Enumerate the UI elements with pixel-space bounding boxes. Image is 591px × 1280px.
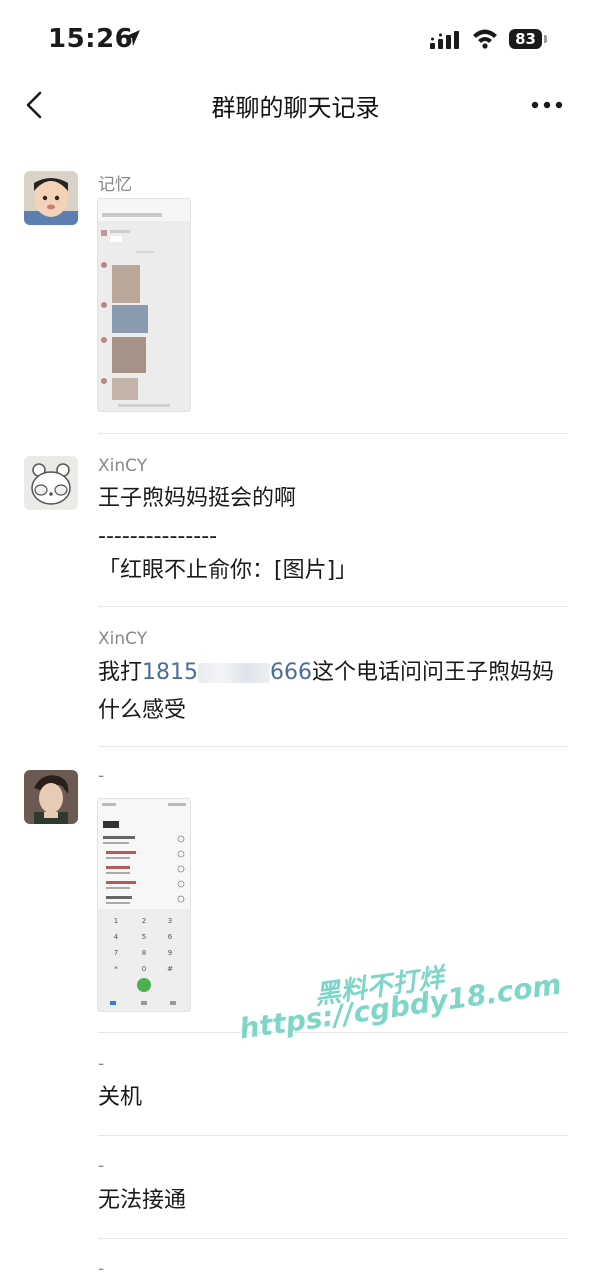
quote-separator: --------------- (98, 524, 218, 549)
phone-end: 666 (270, 660, 313, 685)
message-divider (98, 1135, 568, 1136)
screenshot-thumbnail[interactable] (97, 198, 191, 412)
chat-screenshot-image (98, 199, 190, 411)
status-bar: 15:26 83 (0, 0, 591, 78)
nav-bar: 群聊的聊天记录 (0, 78, 591, 130)
screenshot-thumbnail[interactable]: 1 2 3 4 5 6 7 8 9 * 0 # (97, 798, 191, 1012)
avatar[interactable] (24, 171, 78, 225)
sender-name: - (98, 766, 105, 786)
bear-avatar-image (24, 456, 78, 510)
sender-name: XinCY (98, 456, 148, 476)
avatar[interactable] (24, 456, 78, 510)
message-divider (98, 746, 568, 747)
message-text: 无法接通 (98, 1188, 187, 1213)
message-prefix: 我打 (98, 660, 143, 685)
location-arrow-icon (124, 30, 140, 46)
redacted-digits (198, 663, 271, 683)
more-options-icon[interactable] (530, 100, 564, 110)
svg-text:1: 1 (114, 917, 118, 925)
phone-number-link[interactable]: 1815 666 (142, 660, 312, 685)
message-text: 关机 (98, 1085, 143, 1110)
wifi-icon (473, 29, 497, 49)
svg-text:#: # (167, 965, 173, 973)
svg-text:6: 6 (168, 933, 173, 941)
message-divider (98, 1238, 568, 1239)
sender-name: - (98, 1054, 105, 1074)
quoted-reply: 「红眼不止俞你：[图片]」 (98, 558, 358, 583)
svg-text:3: 3 (168, 917, 172, 925)
message-text: 王子煦妈妈挺会的啊 (98, 486, 297, 511)
message-text: 我打1815 666这个电话问问王子煦妈妈什么感受 (98, 654, 558, 730)
sender-name: XinCY (98, 629, 148, 649)
battery-level: 83 (515, 30, 536, 48)
battery-icon: 83 (509, 29, 542, 49)
battery-cap (544, 35, 547, 43)
sender-name: - (98, 1156, 105, 1176)
child-avatar-image (24, 171, 78, 225)
svg-text:8: 8 (142, 949, 146, 957)
message-divider (98, 433, 568, 434)
svg-text:4: 4 (114, 933, 119, 941)
svg-text:5: 5 (142, 933, 146, 941)
sender-name: - (98, 1259, 105, 1279)
phone-start: 1815 (142, 660, 199, 685)
svg-text:9: 9 (168, 949, 172, 957)
svg-text:0: 0 (142, 965, 146, 973)
avatar[interactable] (24, 770, 78, 824)
call-log-screenshot-image: 1 2 3 4 5 6 7 8 9 * 0 # (98, 799, 190, 1011)
svg-text:*: * (114, 965, 118, 973)
status-time: 15:26 (48, 24, 134, 54)
svg-text:7: 7 (114, 949, 118, 957)
page-title: 群聊的聊天记录 (211, 94, 380, 122)
svg-text:2: 2 (142, 917, 146, 925)
cellular-signal-icon (430, 31, 459, 49)
sender-name: 记忆 (98, 175, 132, 195)
message-divider (98, 606, 568, 607)
man-avatar-image (24, 770, 78, 824)
